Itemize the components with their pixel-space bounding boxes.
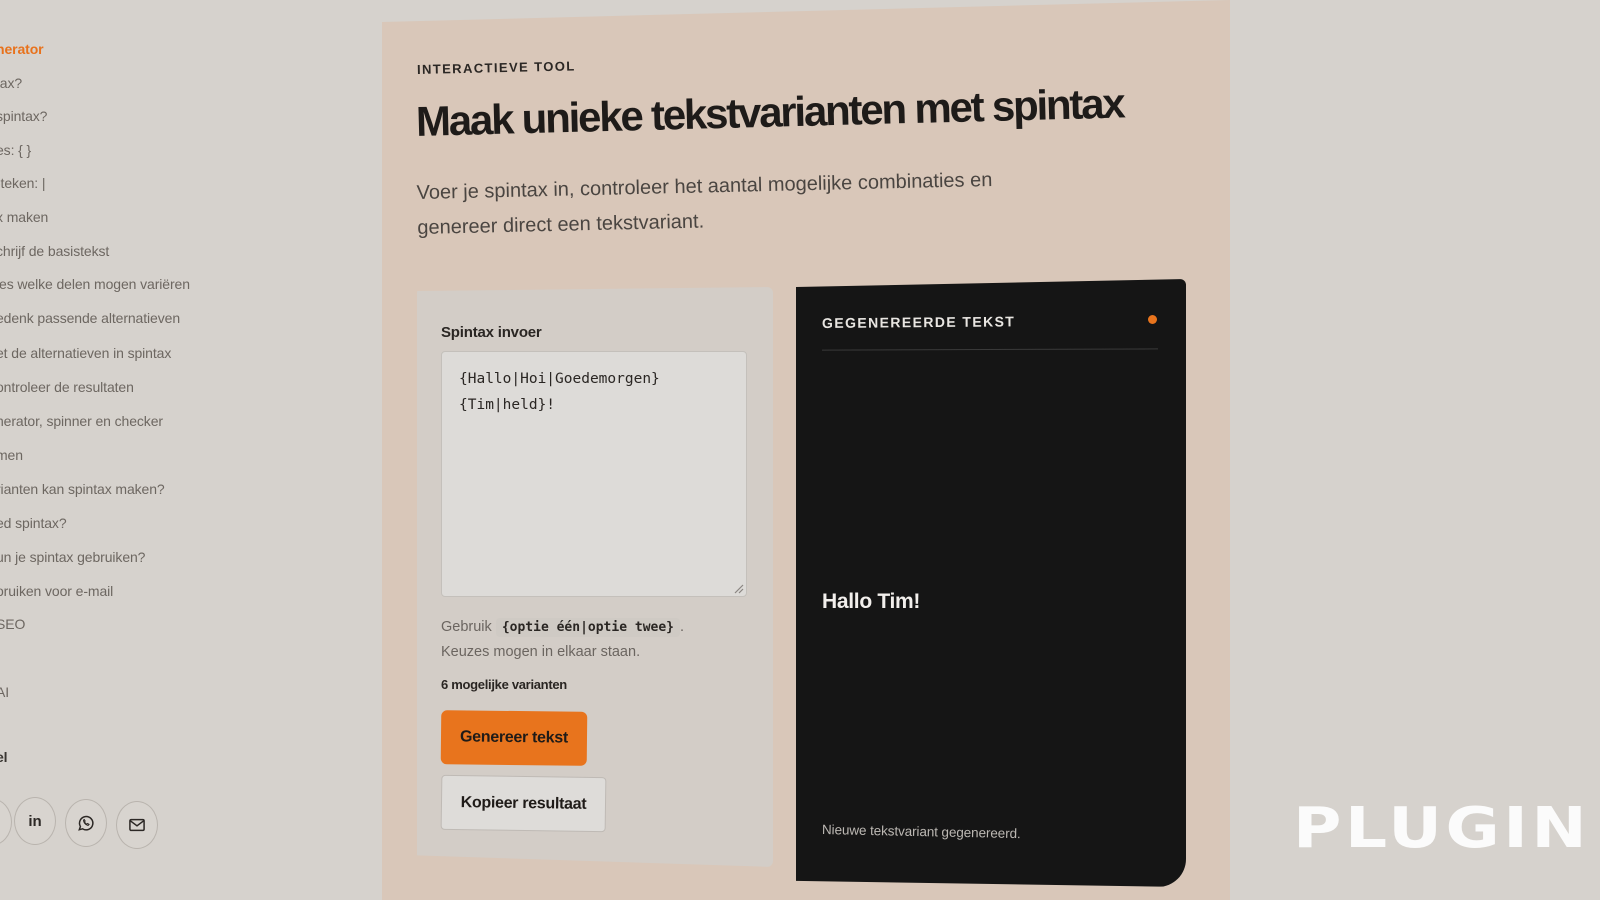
whatsapp-share-button[interactable] <box>65 799 107 847</box>
toc-item[interactable]: x maken <box>0 209 48 225</box>
copy-result-button[interactable]: Kopieer resultaat <box>440 774 607 833</box>
toc-item[interactable]: men <box>0 447 23 463</box>
hint-line-2: Keuzes mogen in elkaar staan. <box>441 644 641 660</box>
resize-handle-icon[interactable] <box>732 582 744 594</box>
toc-item[interactable]: oruiken voor e-mail <box>0 583 113 599</box>
toc-item[interactable]: SEO <box>0 616 25 632</box>
toc-item-generator[interactable]: nerator <box>0 41 44 57</box>
spintax-input[interactable] <box>441 351 747 597</box>
toc-item[interactable]: -teken: | <box>0 175 46 191</box>
output-heading: GEGENEREERDE TEKST <box>821 313 1016 331</box>
toc-item[interactable]: ontroleer de resultaten <box>0 379 134 395</box>
toc-item[interactable]: ed spintax? <box>0 515 67 531</box>
toc-item[interactable]: chrijf de basistekst <box>0 243 109 259</box>
toc-item[interactable]: un je spintax gebruiken? <box>0 549 145 565</box>
share-button[interactable] <box>0 798 12 846</box>
toc-item[interactable]: tax? <box>0 75 22 91</box>
intro-line-2: genereer direct een tekstvariant. <box>417 210 705 239</box>
hint-prefix: Gebruik <box>441 619 492 635</box>
whatsapp-icon <box>78 815 94 831</box>
toc-item[interactable]: rianten kan spintax maken? <box>0 481 165 497</box>
intro-text: Voer je spintax in, controleer het aanta… <box>416 162 1017 246</box>
generated-text: Hallo Tim! <box>822 590 921 613</box>
toc-item[interactable]: et de alternatieven in spintax <box>0 345 171 361</box>
syntax-hint: Gebruik {optie één|optie twee}. Keuzes m… <box>441 615 761 665</box>
toc-item[interactable]: ies welke delen mogen variëren <box>0 276 190 292</box>
toc-item[interactable]: AI <box>0 684 9 700</box>
output-card <box>796 279 1186 887</box>
status-dot-icon <box>1148 315 1157 324</box>
plugin-watermark-logo: PLUGIN <box>1293 796 1591 861</box>
page: nerator tax? spintax? es: { } -teken: | … <box>0 0 1600 900</box>
generate-button[interactable]: Genereer tekst <box>440 710 588 766</box>
toc-item[interactable]: spintax? <box>0 108 47 124</box>
intro-line-1: Voer je spintax in, controleer het aanta… <box>416 168 993 205</box>
hint-suffix: . <box>680 619 685 635</box>
variant-count: 6 mogelijke varianten <box>441 677 567 692</box>
mail-share-button[interactable] <box>116 801 158 849</box>
linkedin-share-button[interactable]: in <box>14 797 56 845</box>
toc-item[interactable]: nerator, spinner en checker <box>0 413 163 429</box>
toc-item[interactable]: edenk passende alternatieven <box>0 310 180 326</box>
hint-code: {optie één|optie twee} <box>495 618 680 637</box>
spintax-input-label: Spintax invoer <box>441 324 542 341</box>
share-heading: el <box>0 749 8 765</box>
table-of-contents: nerator tax? spintax? es: { } -teken: | … <box>0 0 300 900</box>
toc-item[interactable]: es: { } <box>0 142 31 158</box>
linkedin-icon: in <box>28 812 42 830</box>
mail-icon <box>129 818 145 832</box>
